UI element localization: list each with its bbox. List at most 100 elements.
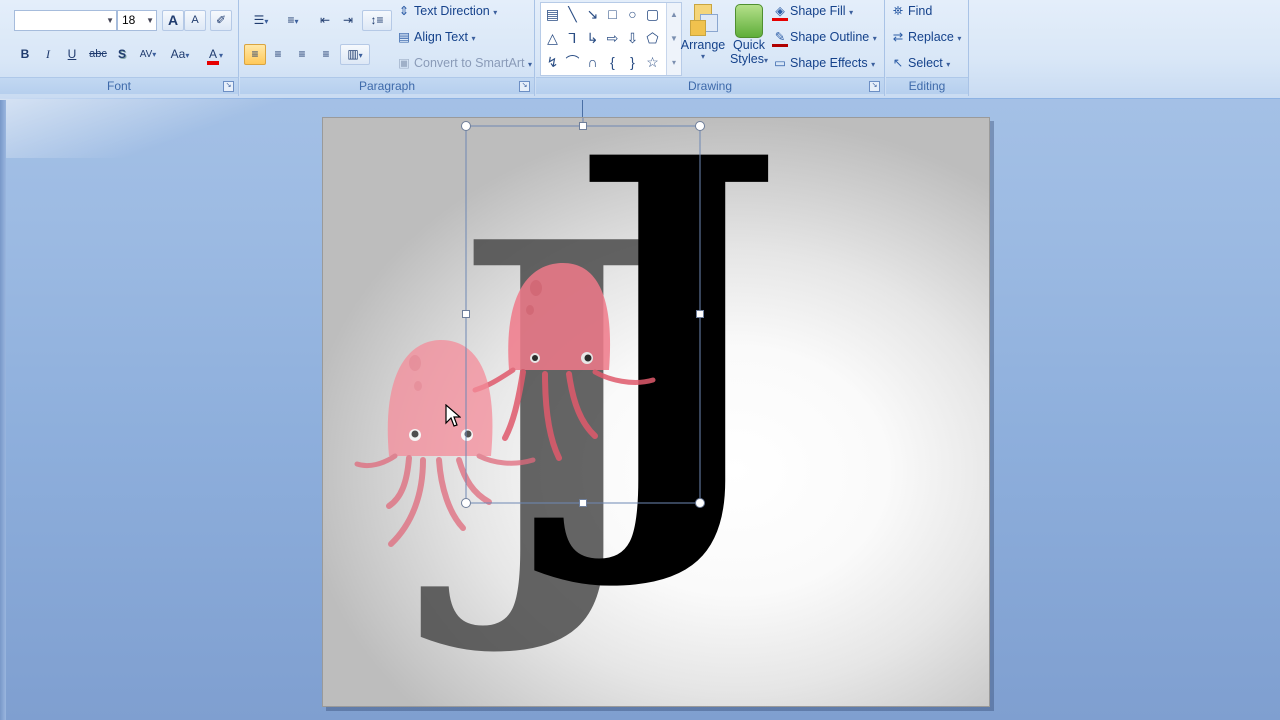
quick-styles-button[interactable]: Quick Styles▾ (726, 2, 772, 74)
paragraph-label-text: Paragraph (358, 79, 416, 93)
freeform-shape-icon[interactable]: ↯ (543, 53, 562, 72)
resize-handle-bottom-left[interactable] (461, 498, 471, 508)
chevron-down-icon: ▾ (152, 50, 157, 59)
resize-handle-top[interactable] (579, 122, 587, 130)
arrow-line-shape-icon[interactable]: ↘ (583, 5, 602, 24)
pentagon-shape-icon[interactable]: ⬠ (643, 29, 662, 48)
justify-button[interactable]: ≡ (315, 44, 337, 65)
replace-button[interactable]: ⇄ Replace ▾ (890, 26, 962, 48)
align-text-icon: ▤ (398, 30, 410, 44)
arrange-button[interactable]: Arrange ▾ (680, 2, 726, 72)
editing-label-text: Editing (908, 79, 946, 93)
chevron-down-icon: ▾ (871, 60, 876, 69)
line-shape-icon[interactable]: ╲ (563, 5, 582, 24)
resize-handle-left[interactable] (462, 310, 470, 318)
bold-icon: B (20, 47, 30, 61)
bold-button[interactable]: B (14, 44, 36, 65)
shrink-font-button[interactable]: A (184, 10, 206, 31)
drawing-group-label: Drawing (536, 77, 884, 94)
align-text-label: Align Text (414, 30, 468, 44)
ribbon: ▼ 18 ▼ A A ✐ B I U abc S AV▾ Aa▾ A ▾ Font… (0, 0, 1280, 99)
character-spacing-icon: AV (139, 49, 153, 60)
strikethrough-button[interactable]: abc (85, 44, 111, 65)
elbow-arrow-shape-icon[interactable]: ↳ (583, 29, 602, 48)
select-button[interactable]: ↖ Select ▾ (890, 52, 951, 74)
chevron-down-icon: ▼ (106, 16, 114, 25)
font-dialog-launcher[interactable]: ↘ (223, 81, 234, 92)
resize-handle-top-right[interactable] (695, 121, 705, 131)
font-size-combo[interactable]: 18 ▼ (117, 10, 157, 31)
star-shape-icon[interactable]: ☆ (643, 53, 662, 72)
slide-canvas[interactable]: J J (322, 117, 990, 707)
replace-icon: ⇄ (892, 30, 904, 44)
shape-effects-button[interactable]: ▭ Shape Effects ▾ (772, 52, 875, 74)
justify-icon: ≡ (322, 47, 330, 61)
underline-button[interactable]: U (61, 44, 83, 65)
resize-handle-right[interactable] (696, 310, 704, 318)
align-text-button[interactable]: ▤ Align Text ▾ (396, 26, 475, 48)
quick-styles-label-2: Styles (729, 52, 765, 66)
oval-shape-icon[interactable]: ○ (623, 5, 642, 24)
chevron-down-icon: ▾ (527, 60, 532, 69)
text-direction-button[interactable]: ⇕ Text Direction ▾ (396, 0, 497, 22)
convert-smartart-button[interactable]: ▣ Convert to SmartArt ▾ (396, 52, 532, 74)
bullets-button[interactable]: ☰▾ (246, 10, 276, 31)
shape-outline-label: Shape Outline (790, 30, 870, 44)
arc-shape-icon[interactable]: ⌒ (563, 53, 582, 72)
paragraph-group: ☰▾ ≡▾ ⇤ ⇥ ↕≡ ⇕ Text Direction ▾ ▤ Align Te… (240, 0, 535, 96)
chevron-down-icon: ▾ (264, 17, 269, 26)
font-label-text: Font (106, 79, 131, 93)
rounded-rect-shape-icon[interactable]: ▢ (643, 5, 662, 24)
shape-outline-button[interactable]: ✎ Shape Outline ▾ (772, 26, 877, 48)
change-case-button[interactable]: Aa▾ (166, 44, 194, 65)
grow-font-icon: A (167, 12, 179, 28)
right-brace-shape-icon[interactable]: } (623, 53, 642, 72)
align-right-icon: ≡ (298, 47, 306, 61)
shape-effects-label: Shape Effects (790, 56, 868, 70)
left-edge-bar (0, 100, 6, 720)
align-right-button[interactable]: ≡ (291, 44, 313, 65)
chevron-down-icon: ▼ (146, 16, 154, 25)
gallery-scroll[interactable]: ▲ ▼ ▾ (666, 3, 681, 75)
chevron-down-icon: ▾ (294, 17, 299, 26)
paragraph-dialog-launcher[interactable]: ↘ (519, 81, 530, 92)
resize-handle-bottom[interactable] (579, 499, 587, 507)
clear-formatting-icon: ✐ (215, 13, 227, 27)
line-spacing-icon: ↕≡ (370, 13, 384, 27)
resize-handle-top-left[interactable] (461, 121, 471, 131)
drawing-group: ▤ ╲ ↘ □ ○ ▢ △ ⅂ ↳ ⇨ ⇩ ⬠ ↯ ⌒ ∩ { } ☆ ▲ ▼ ▾ (536, 0, 885, 96)
font-color-button[interactable]: A ▾ (198, 44, 232, 65)
font-name-combo[interactable]: ▼ (14, 10, 117, 31)
numbering-button[interactable]: ≡▾ (278, 10, 308, 31)
increase-indent-icon: ⇥ (342, 13, 354, 27)
elbow-connector-shape-icon[interactable]: ⅂ (563, 29, 582, 48)
text-shadow-button[interactable]: S (111, 44, 133, 65)
font-color-icon: A (206, 47, 219, 65)
decrease-indent-button[interactable]: ⇤ (314, 10, 336, 31)
shape-effects-icon: ▭ (774, 56, 786, 70)
drawing-dialog-launcher[interactable]: ↘ (869, 81, 880, 92)
columns-button[interactable]: ▥▾ (340, 44, 370, 65)
right-arrow-shape-icon[interactable]: ⇨ (603, 29, 622, 48)
down-arrow-shape-icon[interactable]: ⇩ (623, 29, 642, 48)
rectangle-shape-icon[interactable]: □ (603, 5, 622, 24)
italic-button[interactable]: I (37, 44, 59, 65)
triangle-shape-icon[interactable]: △ (543, 29, 562, 48)
line-spacing-button[interactable]: ↕≡ (362, 10, 392, 31)
textbox-shape-icon[interactable]: ▤ (543, 5, 562, 24)
left-brace-shape-icon[interactable]: { (603, 53, 622, 72)
find-button[interactable]: ⛯ Find (890, 0, 932, 22)
align-center-button[interactable]: ≡ (267, 44, 289, 65)
clear-formatting-button[interactable]: ✐ (210, 10, 232, 31)
resize-handle-bottom-right[interactable] (695, 498, 705, 508)
curve-shape-icon[interactable]: ∩ (583, 53, 602, 72)
align-center-icon: ≡ (274, 47, 282, 61)
chevron-down-icon: ▾ (957, 34, 962, 43)
grow-font-button[interactable]: A (162, 10, 184, 31)
find-label: Find (908, 4, 933, 18)
chevron-down-icon: ▾ (219, 51, 224, 60)
character-spacing-button[interactable]: AV▾ (134, 44, 162, 65)
increase-indent-button[interactable]: ⇥ (337, 10, 359, 31)
shape-fill-button[interactable]: ◈ Shape Fill ▾ (772, 0, 853, 22)
align-left-button[interactable]: ≡ (244, 44, 266, 65)
